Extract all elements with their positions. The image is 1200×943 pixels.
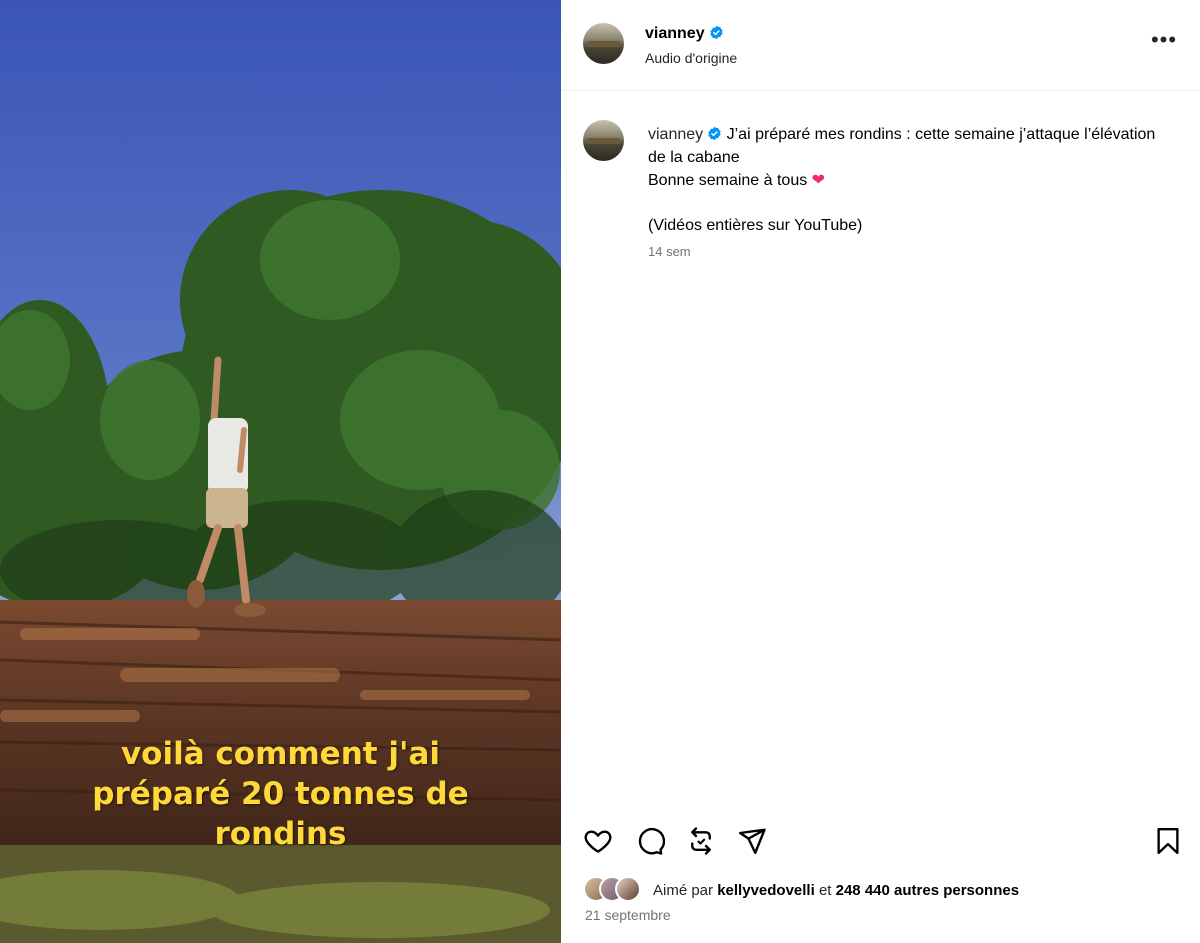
heart-icon (584, 830, 612, 853)
repost-icon (691, 827, 711, 855)
author-avatar[interactable] (583, 23, 624, 64)
overlay-line-2: préparé 20 tonnes de (92, 776, 469, 812)
audio-link[interactable]: Audio d'origine (645, 50, 737, 66)
comment-bubble-icon (638, 828, 666, 855)
like-button[interactable] (583, 826, 615, 858)
caption-line-3: (Vidéos entières sur YouTube) (648, 217, 863, 234)
likes-conj: et (818, 882, 832, 899)
liker-username[interactable]: kellyvedovelli (717, 882, 815, 899)
bookmark-icon (1157, 827, 1179, 855)
verified-badge-icon (708, 126, 721, 141)
caption-timestamp[interactable]: 14 sem (648, 244, 691, 259)
action-bar (561, 822, 1200, 862)
verified-badge-icon (709, 25, 723, 40)
caption-line-2: Bonne semaine à tous (648, 172, 808, 189)
likes-count[interactable]: 248 440 autres personnes (836, 882, 1019, 899)
likes-prefix: Aimé par (653, 882, 714, 899)
caption-avatar[interactable] (583, 120, 624, 161)
author-username-text[interactable]: vianney (645, 25, 705, 42)
caption-text-block: vianney J’ai préparé mes rondins : cette… (648, 123, 1168, 237)
post-header: vianney Audio d'origine ••• (561, 0, 1200, 91)
share-button[interactable] (737, 826, 769, 858)
save-button[interactable] (1153, 826, 1185, 858)
reel-video[interactable]: voilà comment j'ai préparé 20 tonnes de … (0, 0, 561, 943)
video-text-overlay: voilà comment j'ai préparé 20 tonnes de … (0, 734, 561, 854)
likes-summary[interactable]: Aimé par kellyvedovelli et 248 440 autre… (653, 882, 1019, 899)
liker-avatar (615, 876, 641, 902)
overlay-line-3: rondins (214, 816, 347, 852)
post-date[interactable]: 21 septembre (585, 907, 671, 923)
heart-emoji-icon: ❤ (811, 172, 826, 189)
more-options-button[interactable]: ••• (1149, 29, 1179, 60)
author-username[interactable]: vianney (645, 25, 724, 43)
repost-button[interactable] (686, 826, 718, 858)
caption-line-1: J’ai préparé mes rondins : cette semaine… (648, 126, 1156, 166)
post-side-panel: vianney Audio d'origine ••• vianney J’ai… (561, 0, 1200, 943)
comment-button[interactable] (635, 826, 667, 858)
send-paper-plane-icon (738, 828, 766, 855)
overlay-line-1: voilà comment j'ai (120, 736, 441, 772)
caption-username[interactable]: vianney (648, 126, 703, 143)
